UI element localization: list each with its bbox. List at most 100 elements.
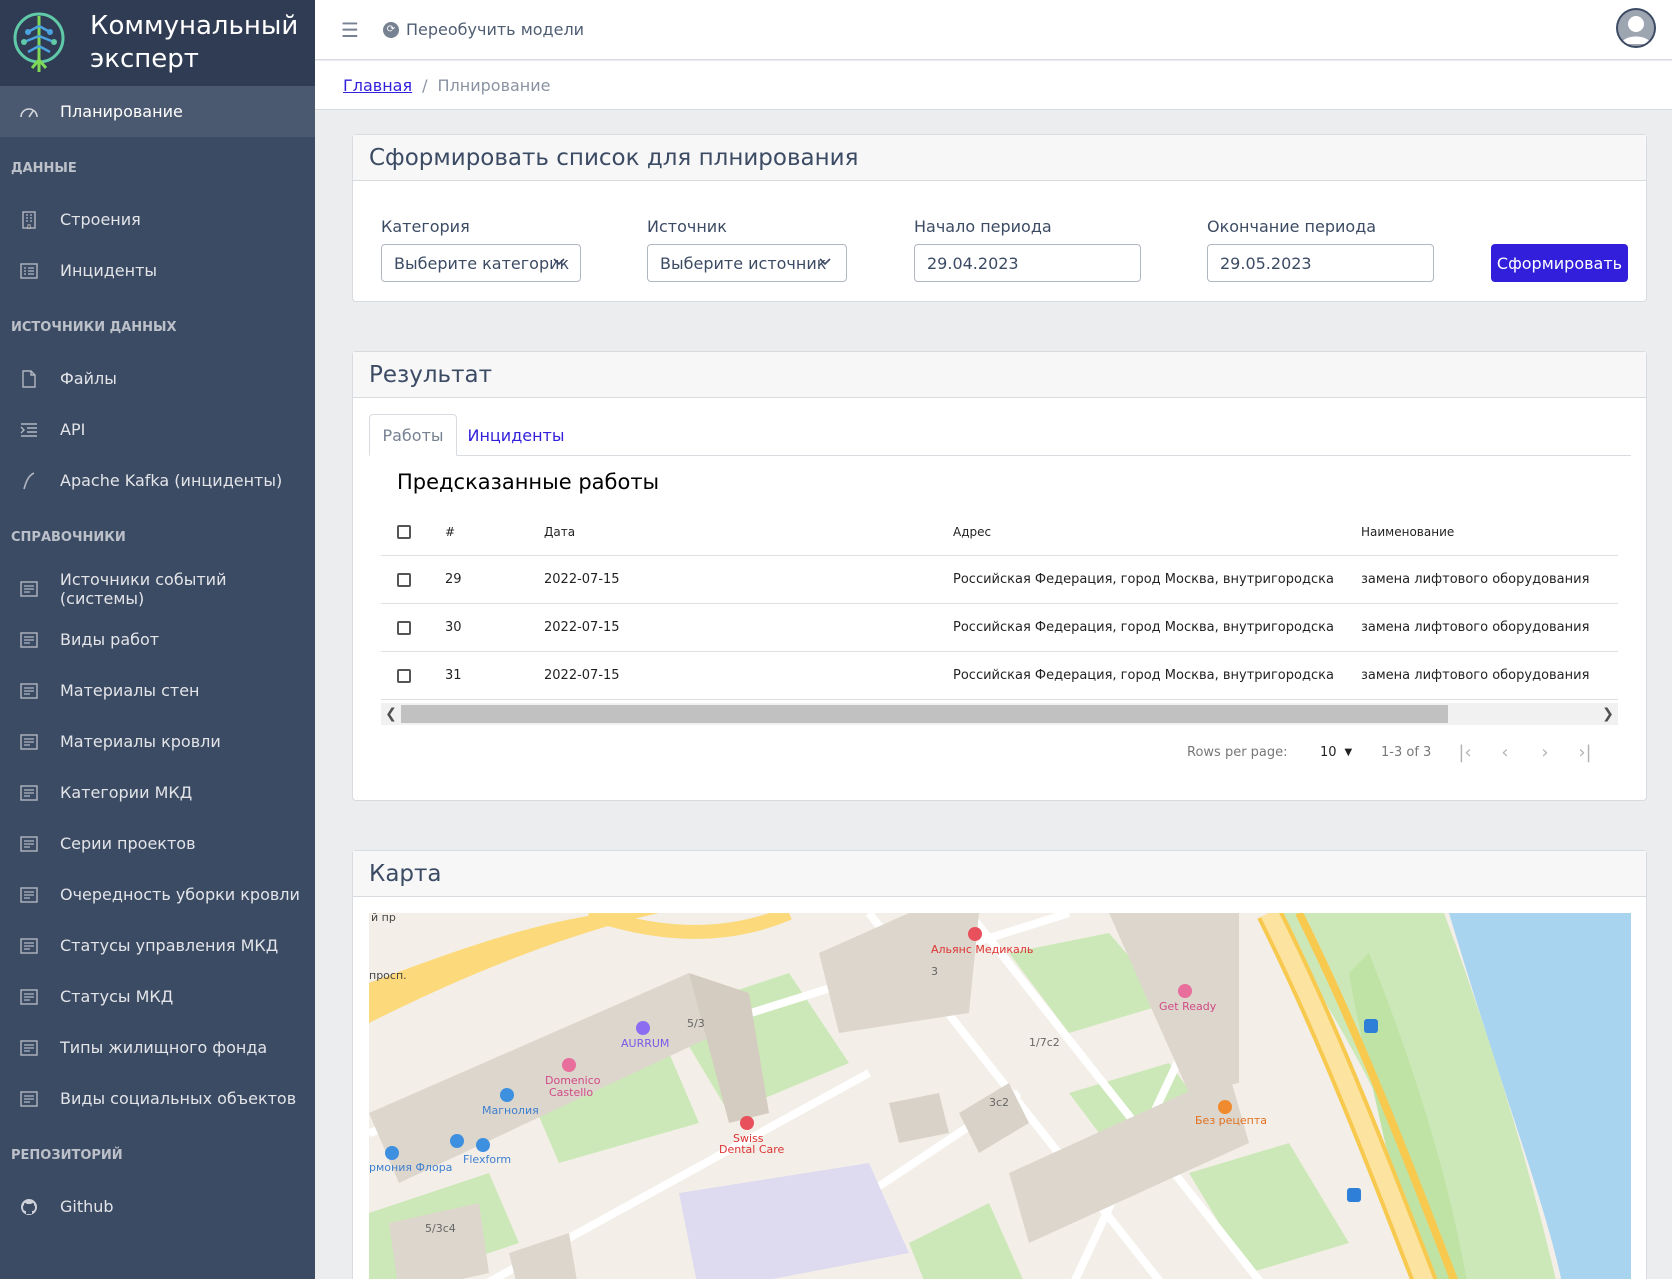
avatar[interactable] [1616,8,1656,48]
column-header-address[interactable]: Адрес [953,509,991,555]
start-date-input[interactable]: 29.04.2023 [914,244,1141,282]
cell-date: 2022-07-15 [544,620,620,635]
cell-name: замена лифтового оборудования [1361,572,1590,587]
column-header-name[interactable]: Наименование [1361,509,1454,555]
pagination-range: 1-3 of 3 [1381,744,1432,760]
sidebar-item-mkd-statuses[interactable]: Статусы МКД [0,971,315,1022]
rows-per-page-label: Rows per page: [1187,744,1288,760]
sidebar-item-label: Материалы кровли [60,732,221,751]
sidebar-item-work-types[interactable]: Виды работ [0,614,315,665]
sidebar-item-social-objects[interactable]: Виды социальных объектов [0,1073,315,1124]
works-table: # Дата Адрес Наименование 29 2022-07-15 … [381,509,1618,700]
sidebar-item-buildings[interactable]: Строения [0,194,315,245]
top-header: ☰ ⟳ Переобучить модели [315,0,1672,60]
sidebar-item-label: Apache Kafka (инциденты) [60,471,283,490]
sidebar-item-github[interactable]: Github [0,1181,315,1232]
map-label-aurrum: AURRUM [621,1037,669,1050]
sidebar-item-project-series[interactable]: Серии проектов [0,818,315,869]
map-label-street-top: й пр [371,913,396,924]
sidebar-section-title: РЕПОЗИТОРИЙ [11,1148,123,1163]
column-header-id[interactable]: # [445,509,455,555]
tab-incidents[interactable]: Инциденты [457,414,575,456]
speedometer-icon [18,101,40,123]
select-all-checkbox[interactable] [397,525,411,539]
notes-icon [18,1037,40,1059]
first-page-icon[interactable]: |‹ [1453,736,1477,768]
map-label-flexform: Flexform [463,1153,511,1166]
sidebar-item-label: Планирование [60,102,183,121]
table-row[interactable]: 31 2022-07-15 Российская Федерация, горо… [381,652,1618,700]
previous-page-icon[interactable]: ‹ [1493,736,1517,768]
scroll-right-icon[interactable]: ❯ [1598,703,1618,725]
sidebar-item-housing-types[interactable]: Типы жилищного фонда [0,1022,315,1073]
sidebar-item-kafka[interactable]: Apache Kafka (инциденты) [0,455,315,506]
cell-id: 30 [445,620,462,635]
sidebar-section-title: ДАННЫЕ [11,161,77,176]
sidebar-item-label: Инциденты [60,261,158,280]
end-date-input[interactable]: 29.05.2023 [1207,244,1434,282]
menu-toggle-icon[interactable]: ☰ [341,18,363,42]
scroll-left-icon[interactable]: ❮ [381,703,401,725]
sidebar-item-label: Статусы МКД [60,987,174,1006]
brand[interactable]: Коммунальный эксперт [0,0,315,86]
map-label-castello: Castello [549,1086,593,1099]
notes-icon [18,935,40,957]
generate-button[interactable]: Сформировать [1491,244,1628,282]
map-view[interactable]: й пр просп. Альянс Медикаль 3 Get Ready … [369,913,1631,1279]
column-header-date[interactable]: Дата [544,509,575,555]
sidebar-item-label: Статусы управления МКД [60,936,279,955]
horizontal-scrollbar[interactable]: ❮ ❯ [381,703,1618,725]
card-title: Сформировать список для плнирования [353,135,1646,181]
cell-id: 29 [445,572,462,587]
tab-works[interactable]: Работы [369,414,457,456]
sidebar-item-incidents[interactable]: Инциденты [0,245,315,296]
result-tabs: Работы Инциденты [369,414,1631,456]
sidebar-item-roof-materials[interactable]: Материалы кровли [0,716,315,767]
row-checkbox[interactable] [397,668,411,683]
scrollbar-thumb[interactable] [401,705,1448,723]
sidebar-item-planning[interactable]: Планирование [0,86,315,137]
cell-date: 2022-07-15 [544,668,620,683]
planning-form-card: Сформировать список для плнирования Кате… [352,134,1647,302]
retrain-models-button[interactable]: ⟳ Переобучить модели [383,20,584,39]
source-select[interactable]: Выберите источник [647,244,847,282]
chevron-down-icon [552,254,566,273]
table-row[interactable]: 30 2022-07-15 Российская Федерация, горо… [381,604,1618,652]
sidebar: Коммунальный эксперт Планирование ДАННЫЕ… [0,0,315,1279]
notes-icon [18,1088,40,1110]
sidebar-item-label: Github [60,1197,114,1216]
sidebar-section-title: ИСТОЧНИКИ ДАННЫХ [11,320,177,335]
row-checkbox[interactable] [397,572,411,587]
sidebar-item-roof-cleaning[interactable]: Очередность уборки кровли [0,869,315,920]
breadcrumb-home-link[interactable]: Главная [343,76,412,95]
rows-per-page-select[interactable]: 10 ▼ [1320,736,1352,768]
sidebar-item-files[interactable]: Файлы [0,353,315,404]
map-card: Карта й пр просп. Альянс Медикаль 3 Get … [352,850,1647,1279]
sidebar-item-label: Виды социальных объектов [60,1089,297,1108]
row-checkbox[interactable] [397,620,411,635]
caret-down-icon: ▼ [1344,746,1353,758]
next-page-icon[interactable]: › [1533,736,1557,768]
last-page-icon[interactable]: ›| [1573,736,1597,768]
file-icon [18,368,40,390]
sidebar-item-mkd-categories[interactable]: Категории МКД [0,767,315,818]
map-canvas[interactable]: й пр просп. Альянс Медикаль 3 Get Ready … [369,913,1631,1279]
notes-icon [18,782,40,804]
category-select[interactable]: Выберите категорик [381,244,581,282]
sidebar-item-mkd-management-statuses[interactable]: Статусы управления МКД [0,920,315,971]
map-label-building-3c2: 3с2 [989,1096,1009,1109]
feather-icon [18,470,40,492]
cell-date: 2022-07-15 [544,572,620,587]
map-label-building-53: 5/3 [687,1017,705,1030]
cell-address: Российская Федерация, город Москва, внут… [953,620,1333,635]
sidebar-item-api[interactable]: API [0,404,315,455]
brand-title-line2: эксперт [90,44,199,74]
card-title: Карта [353,851,1646,897]
table-row[interactable]: 29 2022-07-15 Российская Федерация, горо… [381,556,1618,604]
cell-id: 31 [445,668,462,683]
sidebar-item-event-sources[interactable]: Источники событий (системы) [0,563,315,614]
sidebar-item-wall-materials[interactable]: Материалы стен [0,665,315,716]
indent-icon [18,419,40,441]
notes-icon [18,680,40,702]
sidebar-section-title: СПРАВОЧНИКИ [11,530,126,545]
